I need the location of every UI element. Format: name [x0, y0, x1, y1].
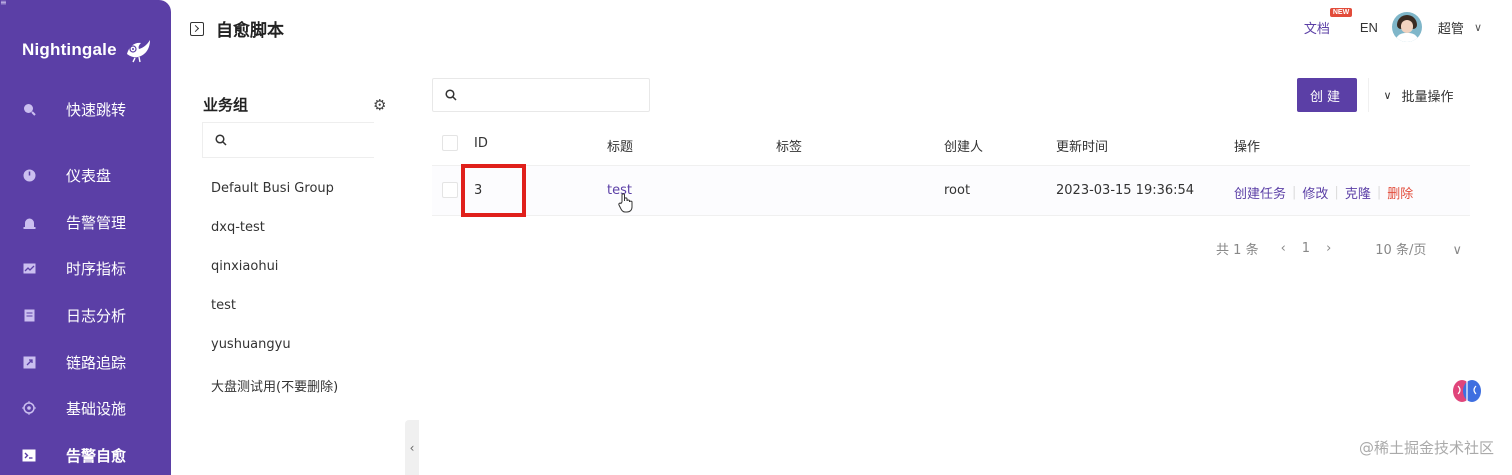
column-creator: 创建人	[944, 140, 984, 155]
brain-icon[interactable]	[1452, 378, 1482, 404]
search-icon	[445, 89, 457, 101]
page-number[interactable]: 1	[1302, 241, 1310, 256]
business-group-search-input[interactable]	[235, 131, 365, 149]
business-group-search[interactable]	[202, 122, 374, 158]
column-title: 标题	[607, 140, 634, 155]
column-tags: 标签	[776, 140, 803, 155]
business-group-item[interactable]: Default Busi Group	[211, 181, 334, 196]
row-checkbox[interactable]	[442, 182, 458, 198]
sidebar-item-alerts[interactable]: 告警管理	[0, 204, 171, 240]
sidebar-item-label: 日志分析	[66, 306, 127, 325]
collapse-panel-button[interactable]: ‹	[405, 420, 419, 475]
logo-text: Nightingale	[22, 40, 117, 59]
separator: |	[1334, 185, 1339, 200]
edit-link[interactable]: 修改	[1302, 183, 1328, 202]
hand-cursor-icon	[618, 193, 633, 213]
terminal-icon	[190, 21, 204, 36]
alarm-icon	[22, 215, 36, 229]
column-actions: 操作	[1234, 140, 1261, 155]
prev-page-icon[interactable]: ‹	[1281, 241, 1286, 256]
page-size-label: 10 条/页	[1375, 243, 1427, 258]
business-group-title: 业务组	[203, 96, 249, 114]
sidebar-item-infra[interactable]: 基础设施	[0, 390, 171, 426]
row-actions: 创建任务 | 修改 | 克隆 | 删除	[1234, 183, 1413, 202]
script-search-input[interactable]	[465, 86, 635, 104]
column-id: ID	[474, 136, 488, 151]
batch-operations-dropdown[interactable]: ∨ 批量操作	[1368, 78, 1468, 112]
sidebar-item-label: 告警自愈	[66, 446, 127, 465]
column-updated: 更新时间	[1056, 140, 1109, 155]
table-row: 3 test root 2023-03-15 19:36:54 创建任务 | 修…	[432, 166, 1470, 216]
batch-operations-label: 批量操作	[1401, 89, 1454, 105]
business-group-panel: 业务组 ⚙ Default Busi Group dxq-test qinxia…	[188, 80, 404, 475]
separator: |	[1292, 185, 1297, 200]
pagination-total: 共 1 条	[1216, 243, 1259, 258]
separator: |	[1376, 185, 1382, 200]
clone-link[interactable]: 克隆	[1345, 183, 1371, 202]
user-name[interactable]: 超管	[1438, 18, 1464, 37]
sidebar-item-quick-jump[interactable]: 快速跳转	[0, 91, 171, 127]
gear-icon[interactable]: ⚙	[373, 96, 386, 114]
bird-logo-icon	[126, 40, 150, 63]
infra-icon	[22, 401, 36, 415]
chevron-down-icon: ∨	[1452, 243, 1462, 258]
sidebar-item-metrics[interactable]: 时序指标	[0, 250, 171, 286]
sidebar-item-label: 链路追踪	[66, 353, 127, 372]
log-icon	[22, 308, 36, 322]
sidebar-item-label: 基础设施	[66, 399, 127, 418]
logo[interactable]: Nightingale	[22, 30, 153, 70]
business-group-item[interactable]: dxq-test	[211, 220, 265, 235]
dashboard-icon	[22, 168, 36, 182]
chevron-left-icon: ‹	[409, 440, 415, 455]
sidebar-item-dashboard[interactable]: 仪表盘	[0, 157, 171, 193]
page-title: 自愈脚本	[190, 16, 284, 41]
sidebar-item-logs[interactable]: 日志分析	[0, 297, 171, 333]
header-right: 文档 NEW EN 超管 ∨	[1303, 7, 1482, 44]
chart-icon	[22, 261, 36, 275]
table-header: ID 标题 标签 创建人 更新时间 操作	[432, 122, 1470, 166]
page-size-select[interactable]: 10 条/页 ∨	[1353, 239, 1462, 258]
create-task-link[interactable]: 创建任务	[1234, 183, 1286, 202]
watermark: @稀土掘金技术社区	[1358, 439, 1494, 457]
search-icon	[22, 102, 36, 116]
chevron-down-icon: ∨	[1383, 88, 1392, 102]
sidebar-item-self-healing[interactable]: 告警自愈	[0, 437, 171, 473]
select-all-checkbox[interactable]	[442, 135, 458, 151]
pagination: 共 1 条 ‹ 1 › 10 条/页 ∨	[1194, 239, 1462, 258]
business-group-item[interactable]: qinxiaohui	[211, 259, 278, 274]
new-badge: NEW	[1329, 7, 1353, 17]
sidebar-item-tracing[interactable]: 链路追踪	[0, 344, 171, 380]
terminal-icon	[22, 448, 36, 462]
sidebar-item-label: 快速跳转	[66, 100, 127, 119]
business-group-item[interactable]: test	[211, 298, 236, 313]
language-switch[interactable]: EN	[1360, 20, 1378, 35]
sidebar-item-label: 时序指标	[66, 259, 127, 278]
docs-label: 文档	[1303, 21, 1330, 37]
highlight-box	[461, 164, 526, 217]
row-updated: 2023-03-15 19:36:54	[1056, 183, 1195, 198]
business-group-item[interactable]: yushuangyu	[211, 337, 291, 352]
search-icon	[215, 134, 227, 146]
trace-icon	[22, 355, 36, 369]
row-creator: root	[944, 183, 971, 198]
sidebar-item-label: 仪表盘	[66, 166, 112, 185]
business-group-item[interactable]: 大盘测试用(不要删除)	[211, 376, 338, 395]
sidebar-item-label: 告警管理	[66, 213, 127, 232]
delete-link[interactable]: 删除	[1387, 183, 1413, 202]
next-page-icon[interactable]: ›	[1326, 241, 1331, 256]
corner-marker: ≡	[0, 0, 7, 7]
script-search[interactable]	[432, 78, 650, 112]
page-title-text: 自愈脚本	[216, 21, 284, 41]
avatar[interactable]	[1391, 12, 1422, 42]
docs-link[interactable]: 文档 NEW	[1303, 7, 1353, 37]
create-button[interactable]: 创建	[1297, 78, 1357, 112]
chevron-down-icon[interactable]: ∨	[1474, 21, 1482, 34]
sidebar: ≡ Nightingale 快速跳转 仪表盘 告警管理 时序指标 日志分析 链路…	[0, 0, 171, 475]
